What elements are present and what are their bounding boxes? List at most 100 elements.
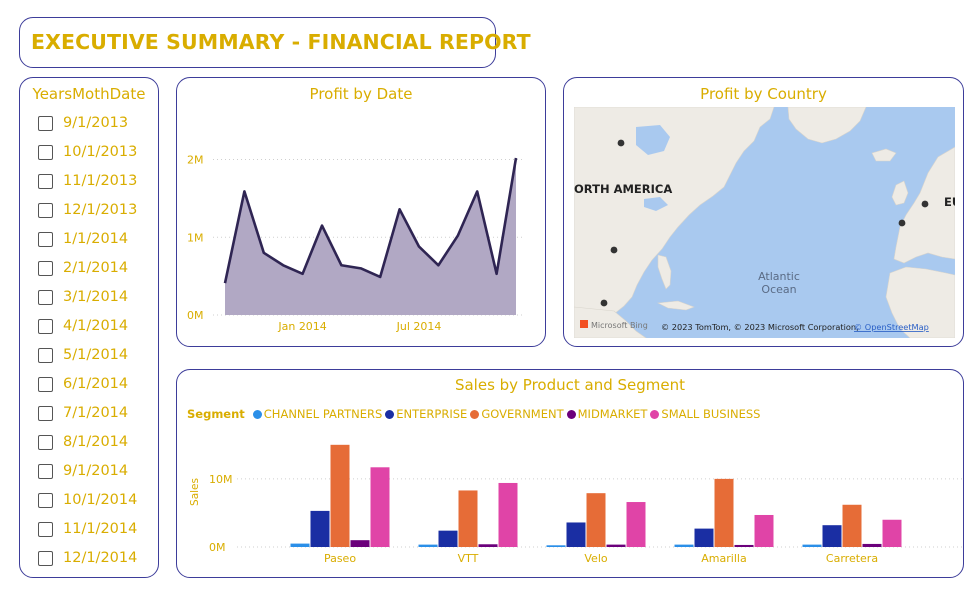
checkbox[interactable] bbox=[38, 405, 53, 421]
report-title-card: EXECUTIVE SUMMARY - FINANCIAL REPORT bbox=[19, 17, 531, 68]
slicer-item[interactable]: 4/1/2014 bbox=[38, 316, 128, 336]
bar[interactable] bbox=[370, 467, 390, 547]
x-tick-label: Velo bbox=[584, 552, 607, 565]
slicer-item-label: 11/1/2013 bbox=[63, 173, 138, 189]
slicer-item[interactable]: 1/1/2014 bbox=[38, 229, 128, 249]
slicer-item[interactable]: 8/1/2014 bbox=[38, 432, 128, 452]
date-slicer: YearsMothDate 9/1/2013 10/1/2013 11/1/2013… bbox=[19, 77, 159, 578]
bar[interactable] bbox=[882, 519, 902, 547]
checkbox[interactable] bbox=[38, 521, 53, 537]
x-tick-label: Jan 2014 bbox=[277, 320, 326, 333]
map-label-ocean: Ocean bbox=[761, 283, 796, 296]
checkbox[interactable] bbox=[38, 318, 53, 334]
bar[interactable] bbox=[822, 525, 842, 547]
slicer-item-label: 7/1/2014 bbox=[63, 405, 129, 421]
map[interactable]: ORTH AMERICA EU Atlantic Ocean Microsoft… bbox=[574, 107, 955, 338]
slicer-item[interactable]: 6/1/2014 bbox=[38, 374, 128, 394]
slicer-item[interactable]: 10/1/2013 bbox=[38, 142, 137, 162]
slicer-item-label: 12/1/2013 bbox=[63, 202, 138, 218]
slicer-item-label: 10/1/2014 bbox=[63, 492, 138, 508]
y-axis-title: Sales bbox=[189, 478, 201, 506]
page-title: EXECUTIVE SUMMARY - FINANCIAL REPORT bbox=[31, 30, 531, 54]
y-tick-label: 1M bbox=[187, 231, 204, 244]
sales-by-product-chart[interactable]: Sales 0M 10M Paseo VTT Velo Amarilla Carretera bbox=[177, 370, 965, 579]
osm-link[interactable]: © OpenStreetMap bbox=[854, 322, 929, 332]
slicer-item[interactable]: 10/1/2014 bbox=[38, 490, 137, 510]
map-label-atlantic: Atlantic bbox=[758, 270, 800, 283]
checkbox[interactable] bbox=[38, 376, 53, 392]
map-attribution: © 2023 TomTom, © 2023 Microsoft Corporat… bbox=[661, 322, 859, 332]
bar[interactable] bbox=[498, 482, 518, 547]
bar[interactable] bbox=[802, 544, 822, 547]
slicer-item-label: 1/1/2014 bbox=[63, 231, 129, 247]
sales-by-product-card: Sales by Product and Segment Segment CHA… bbox=[176, 369, 964, 578]
slicer-item[interactable]: 12/1/2014 bbox=[38, 548, 137, 568]
bar[interactable] bbox=[330, 444, 350, 547]
bing-logo-icon bbox=[580, 320, 588, 328]
checkbox[interactable] bbox=[38, 492, 53, 508]
checkbox[interactable] bbox=[38, 550, 53, 566]
bar[interactable] bbox=[438, 530, 458, 547]
checkbox[interactable] bbox=[38, 260, 53, 276]
y-tick-label: 10M bbox=[209, 473, 233, 486]
bing-label: Microsoft Bing bbox=[591, 321, 648, 330]
y-tick-label: 2M bbox=[187, 154, 204, 167]
checkbox[interactable] bbox=[38, 289, 53, 305]
bar[interactable] bbox=[350, 540, 370, 547]
slicer-item[interactable]: 12/1/2013 bbox=[38, 200, 137, 220]
bar[interactable] bbox=[754, 514, 774, 547]
slicer-item-label: 9/1/2013 bbox=[63, 115, 129, 131]
slicer-item[interactable]: 9/1/2014 bbox=[38, 461, 128, 481]
slicer-item-label: 8/1/2014 bbox=[63, 434, 129, 450]
profit-by-country-card: Profit by Country ORTH AMERICA E Atlanti… bbox=[563, 77, 964, 347]
slicer-item[interactable]: 9/1/2013 bbox=[38, 113, 128, 133]
map-point-france[interactable] bbox=[898, 219, 906, 227]
slicer-item[interactable]: 7/1/2014 bbox=[38, 403, 128, 423]
bar[interactable] bbox=[546, 545, 566, 547]
map-point-mexico[interactable] bbox=[600, 299, 608, 307]
bar[interactable] bbox=[458, 490, 478, 547]
slicer-item[interactable]: 2/1/2014 bbox=[38, 258, 128, 278]
bar[interactable] bbox=[418, 544, 438, 547]
checkbox[interactable] bbox=[38, 434, 53, 450]
profit-by-date-card: Profit by Date 0M 1M 2M Jan 2014 Jul 2014 bbox=[176, 77, 546, 347]
slicer-item-label: 11/1/2014 bbox=[63, 521, 138, 537]
map-point-germany[interactable] bbox=[921, 200, 929, 208]
map-point-canada[interactable] bbox=[617, 139, 625, 147]
bar[interactable] bbox=[606, 544, 626, 547]
slicer-item-label: 9/1/2014 bbox=[63, 463, 129, 479]
checkbox[interactable] bbox=[38, 144, 53, 160]
map-label-europe: EU bbox=[944, 195, 955, 209]
bar[interactable] bbox=[478, 544, 498, 547]
bar[interactable] bbox=[842, 504, 862, 547]
checkbox[interactable] bbox=[38, 115, 53, 131]
checkbox[interactable] bbox=[38, 463, 53, 479]
bar[interactable] bbox=[694, 528, 714, 547]
checkbox[interactable] bbox=[38, 347, 53, 363]
y-tick-label: 0M bbox=[209, 541, 226, 554]
slicer-item-label: 3/1/2014 bbox=[63, 289, 129, 305]
slicer-item[interactable]: 11/1/2014 bbox=[38, 519, 137, 539]
bar[interactable] bbox=[626, 502, 646, 547]
slicer-item[interactable]: 11/1/2013 bbox=[38, 171, 137, 191]
bar[interactable] bbox=[566, 522, 586, 547]
profit-by-date-chart[interactable]: 0M 1M 2M Jan 2014 Jul 2014 bbox=[177, 78, 547, 348]
checkbox[interactable] bbox=[38, 173, 53, 189]
bar[interactable] bbox=[674, 544, 694, 547]
x-tick-label: Carretera bbox=[826, 552, 878, 565]
slicer-item[interactable]: 5/1/2014 bbox=[38, 345, 128, 365]
checkbox[interactable] bbox=[38, 231, 53, 247]
profit-area[interactable] bbox=[225, 157, 516, 315]
bar[interactable] bbox=[290, 543, 310, 547]
checkbox[interactable] bbox=[38, 202, 53, 218]
bar[interactable] bbox=[310, 510, 330, 547]
bar[interactable] bbox=[862, 543, 882, 547]
map-point-usa[interactable] bbox=[610, 246, 618, 254]
bar[interactable] bbox=[714, 478, 734, 547]
bar[interactable] bbox=[734, 544, 754, 547]
x-tick-label: Jul 2014 bbox=[396, 320, 442, 333]
slicer-item[interactable]: 3/1/2014 bbox=[38, 287, 128, 307]
bar[interactable] bbox=[586, 493, 606, 547]
slicer-item-label: 6/1/2014 bbox=[63, 376, 129, 392]
x-tick-label: Amarilla bbox=[701, 552, 746, 565]
